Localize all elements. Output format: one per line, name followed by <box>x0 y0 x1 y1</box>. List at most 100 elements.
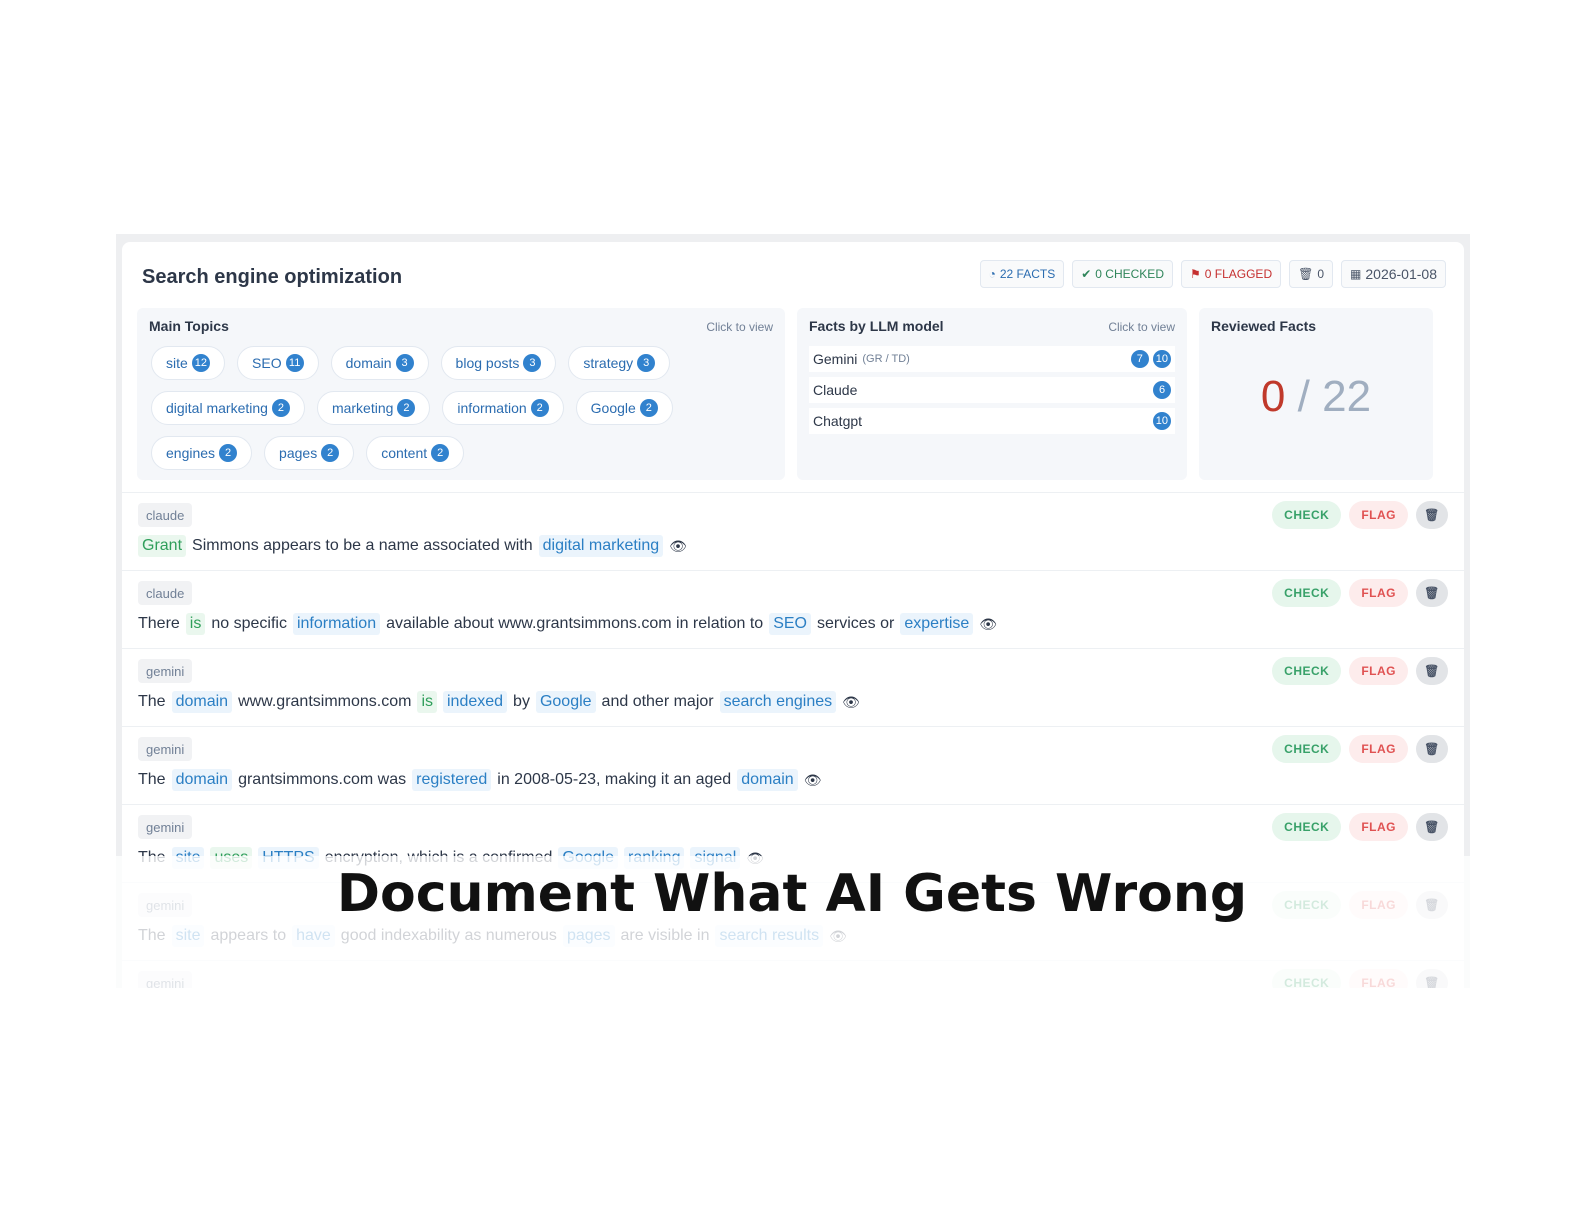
calendar-icon: ▦ <box>1350 267 1362 281</box>
eye-icon[interactable]: 👁 <box>842 694 860 711</box>
checked-badge-label: 0 CHECKED <box>1095 267 1164 281</box>
fact-row: claude Grant Simmons appears to be a name … <box>122 492 1464 570</box>
trash-icon: 🗑 <box>1424 664 1440 678</box>
highlighted-term[interactable]: domain <box>737 769 798 791</box>
llm-name: Claude <box>813 382 858 398</box>
slide-caption: Document What AI Gets Wrong <box>336 864 1248 924</box>
llm-count: 6 <box>1153 381 1171 399</box>
topic-chip[interactable]: content 2 <box>366 436 465 470</box>
trash-icon: 🗑 <box>1424 742 1440 756</box>
flagged-badge[interactable]: ⚑ 0 FLAGGED <box>1180 260 1282 288</box>
topic-label: information <box>457 400 527 416</box>
model-tag: claude <box>138 581 193 605</box>
highlighted-term[interactable]: domain <box>171 769 233 791</box>
flag-button[interactable]: FLAG <box>1349 735 1408 763</box>
topic-label: marketing <box>331 400 394 416</box>
llm-count: 10 <box>1152 350 1171 368</box>
highlighted-term[interactable]: information <box>292 613 381 635</box>
highlighted-term[interactable]: is <box>185 613 206 635</box>
fact-actions: CHECKFLAG 🗑 <box>1272 579 1448 607</box>
llm-model-hint: Click to view <box>1108 320 1175 334</box>
checked-badge[interactable]: ✔ 0 CHECKED <box>1072 260 1173 288</box>
llm-model-rows: Gemini (GR / TD) 7 10 Claude 6 Chatgpt 10 <box>809 346 1175 439</box>
topic-chip[interactable]: SEO 11 <box>237 346 319 380</box>
check-button[interactable]: CHECK <box>1272 735 1342 763</box>
llm-counts: 6 <box>1153 381 1171 399</box>
fact-text-segment: in 2008-05-23, making it an aged <box>497 771 732 788</box>
llm-name: Chatgpt <box>813 413 863 429</box>
flag-button[interactable]: FLAG <box>1349 501 1408 529</box>
topic-count: 3 <box>637 354 656 372</box>
main-topics-hint: Click to view <box>706 320 773 334</box>
highlighted-term[interactable]: domain <box>171 691 233 713</box>
topic-count: 12 <box>191 354 211 372</box>
highlighted-term[interactable]: expertise <box>900 613 974 635</box>
fact-text-segment: www.grantsimmons.com <box>238 693 412 710</box>
reviewed-done: 0 <box>1260 372 1286 421</box>
topic-chip[interactable]: information 2 <box>442 391 564 425</box>
highlighted-term[interactable]: digital marketing <box>538 535 664 557</box>
topic-chip[interactable]: marketing 2 <box>316 391 431 425</box>
reviewed-separator: / <box>1297 372 1310 421</box>
llm-row-claude[interactable]: Claude 6 <box>809 377 1175 403</box>
highlighted-term[interactable]: Grant <box>138 535 187 557</box>
fact-row: claude There is no specific information avail… <box>122 570 1464 648</box>
highlighted-term[interactable]: Google <box>535 691 596 713</box>
reviewed-total: 22 <box>1322 372 1372 421</box>
topic-chip[interactable]: strategy 3 <box>568 346 671 380</box>
trash-badge[interactable]: 🗑 0 <box>1289 260 1334 288</box>
main-topics-title: Main Topics <box>149 318 229 334</box>
check-button[interactable]: CHECK <box>1272 501 1342 529</box>
check-button[interactable]: CHECK <box>1272 657 1342 685</box>
main-topics-panel: Main Topics Click to view site 12 SEO 11 dom… <box>137 308 785 480</box>
topic-count: 2 <box>219 444 238 462</box>
topic-chip[interactable]: Google 2 <box>575 391 673 425</box>
fact-text-segment: Simmons appears to be a name associated … <box>192 537 533 554</box>
highlighted-term[interactable]: registered <box>412 769 492 791</box>
llm-row-gemini[interactable]: Gemini (GR / TD) 7 10 <box>809 346 1175 372</box>
highlighted-term[interactable]: search engines <box>719 691 837 713</box>
flag-button[interactable]: FLAG <box>1349 813 1408 841</box>
highlighted-term[interactable]: SEO <box>769 613 811 635</box>
topic-label: blog posts <box>455 355 520 371</box>
eye-icon[interactable]: 👁 <box>979 616 997 633</box>
delete-button[interactable]: 🗑 <box>1416 501 1448 529</box>
model-tag: claude <box>138 503 193 527</box>
eye-icon[interactable]: 👁 <box>669 538 687 555</box>
trash-icon: 🗑 <box>1424 508 1440 522</box>
topic-chip[interactable]: blog posts 3 <box>440 346 557 380</box>
facts-badge[interactable]: ◔ 22 FACTS <box>979 260 1065 288</box>
llm-name: Gemini <box>813 351 858 367</box>
highlighted-term[interactable]: indexed <box>443 691 508 713</box>
topic-chip[interactable]: site 12 <box>151 346 226 380</box>
trash-icon: 🗑 <box>1424 586 1440 600</box>
eye-icon[interactable]: 👁 <box>804 772 822 789</box>
flag-button[interactable]: FLAG <box>1349 657 1408 685</box>
topic-chip[interactable]: domain 3 <box>330 346 429 380</box>
model-tag: gemini <box>138 737 193 761</box>
topic-chip[interactable]: pages 2 <box>264 436 355 470</box>
topic-label: content <box>381 445 428 461</box>
fact-row: gemini The domain grantsimmons.com was regis… <box>122 726 1464 804</box>
flag-button[interactable]: FLAG <box>1349 579 1408 607</box>
trash-badge-label: 0 <box>1317 267 1325 281</box>
check-circle-icon: ✔ <box>1081 267 1092 281</box>
topic-chip[interactable]: engines 2 <box>151 436 253 470</box>
flag-icon: ⚑ <box>1189 267 1201 281</box>
page-title: Search engine optimization <box>142 266 403 288</box>
topic-label: pages <box>279 445 318 461</box>
delete-button[interactable]: 🗑 <box>1416 579 1448 607</box>
delete-button[interactable]: 🗑 <box>1416 813 1448 841</box>
topic-count: 3 <box>395 354 414 372</box>
facts-badge-label: 22 FACTS <box>999 267 1056 281</box>
check-button[interactable]: CHECK <box>1272 579 1342 607</box>
llm-row-chatgpt[interactable]: Chatgpt 10 <box>809 408 1175 434</box>
delete-button[interactable]: 🗑 <box>1416 735 1448 763</box>
llm-sub: (GR / TD) <box>862 353 910 365</box>
topic-count: 11 <box>285 354 304 372</box>
check-button[interactable]: CHECK <box>1272 813 1342 841</box>
delete-button[interactable]: 🗑 <box>1416 657 1448 685</box>
fact-text: Grant Simmons appears to be a name associ… <box>138 535 687 557</box>
topic-chip[interactable]: digital marketing 2 <box>151 391 305 425</box>
highlighted-term[interactable]: is <box>417 691 437 713</box>
